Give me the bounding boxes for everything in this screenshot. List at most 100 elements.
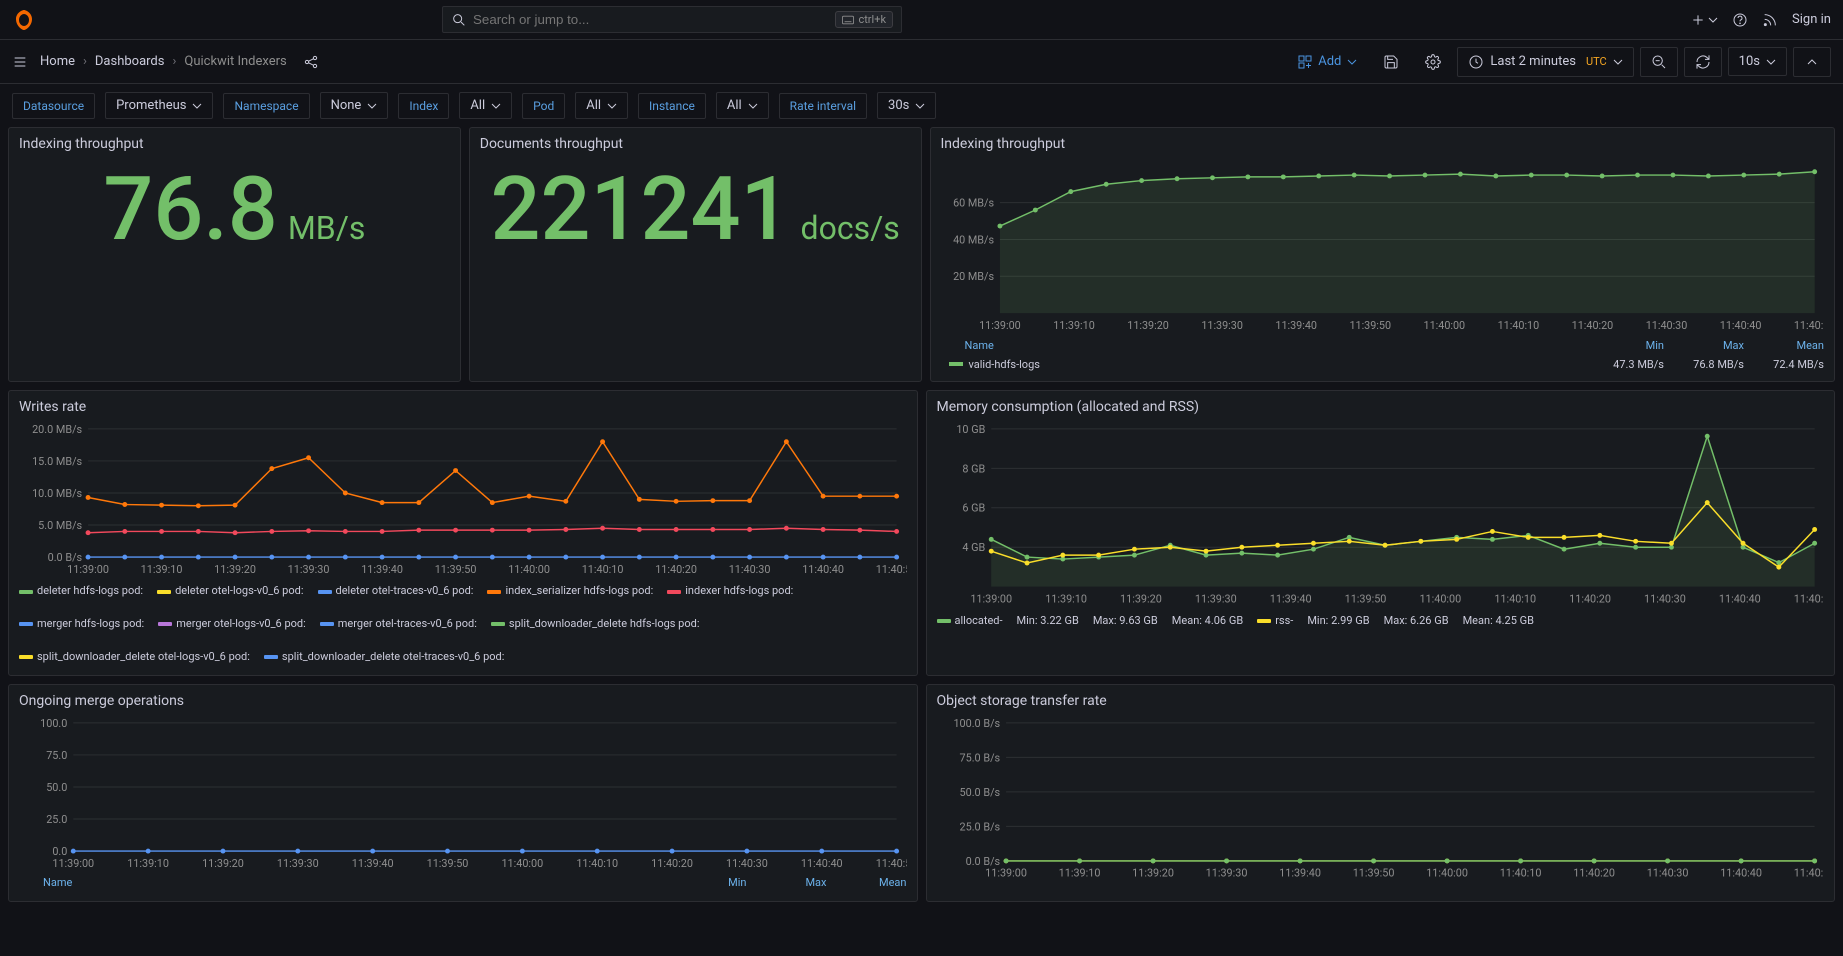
svg-text:10 GB: 10 GB [956, 423, 985, 436]
svg-text:11:39:20: 11:39:20 [1127, 319, 1169, 332]
help-icon[interactable] [1732, 12, 1748, 28]
var-index-label: Index [398, 93, 449, 119]
svg-text:11:39:00: 11:39:00 [979, 319, 1021, 332]
stat-unit: docs/s [801, 209, 900, 247]
save-button[interactable] [1373, 48, 1409, 76]
breadcrumb: Home › Dashboards › Quickwit Indexers [40, 54, 319, 70]
legend-item[interactable]: split_downloader_delete otel-logs-v0_6 p… [19, 648, 250, 667]
panel-title: Object storage transfer rate [937, 693, 1825, 709]
svg-text:100.0 B/s: 100.0 B/s [953, 716, 1000, 729]
svg-text:11:39:30: 11:39:30 [1205, 866, 1247, 879]
search-box[interactable]: ctrl+k [442, 6, 902, 33]
svg-text:11:39:00: 11:39:00 [52, 856, 94, 869]
var-datasource[interactable]: Prometheus [105, 92, 213, 119]
svg-text:11:39:10: 11:39:10 [141, 563, 183, 576]
svg-text:11:39:00: 11:39:00 [970, 592, 1012, 605]
collapse-button[interactable] [1793, 47, 1831, 77]
svg-text:11:40:40: 11:40:40 [1718, 592, 1760, 605]
svg-text:11:40:30: 11:40:30 [1645, 319, 1687, 332]
var-rate-label: Rate interval [779, 93, 867, 119]
chevron-down-icon [1347, 57, 1357, 67]
legend-item[interactable]: merger hdfs-logs pod: [19, 615, 144, 634]
svg-text:11:39:40: 11:39:40 [1275, 319, 1317, 332]
legend-item[interactable]: indexer hdfs-logs pod: [667, 582, 793, 601]
legend-item[interactable]: merger otel-traces-v0_6 pod: [320, 615, 477, 634]
crumb-home[interactable]: Home [40, 54, 75, 69]
svg-text:8 GB: 8 GB [962, 462, 985, 475]
legend-header: Name Min Max Mean [19, 872, 907, 893]
panel-title: Indexing throughput [941, 136, 1825, 152]
var-index[interactable]: All [459, 92, 512, 119]
chevron-down-icon [607, 101, 617, 111]
crumb-sep: › [172, 54, 176, 69]
svg-text:11:40:10: 11:40:10 [576, 856, 618, 869]
crumb-dash[interactable]: Dashboards [95, 54, 165, 69]
panel-ongoing-merge[interactable]: Ongoing merge operations 0.025.050.075.0… [8, 684, 918, 903]
panel-indexing-throughput-stat[interactable]: Indexing throughput 76.8 MB/s [8, 127, 461, 382]
legend-item[interactable]: index_serializer hdfs-logs pod: [487, 582, 653, 601]
panel-memory-consumption[interactable]: Memory consumption (allocated and RSS) 4… [926, 390, 1836, 676]
var-rate[interactable]: 30s [877, 92, 936, 119]
var-datasource-label: Datasource [12, 93, 95, 119]
keyboard-icon [842, 15, 854, 25]
svg-text:11:40:50: 11:40:50 [1793, 319, 1824, 332]
var-namespace[interactable]: None [320, 92, 389, 119]
svg-text:11:39:50: 11:39:50 [1352, 866, 1394, 879]
menu-icon[interactable] [12, 54, 28, 70]
var-pod-label: Pod [522, 93, 565, 119]
chevron-down-icon [915, 101, 925, 111]
panel-writes-rate[interactable]: Writes rate 0.0 B/s5.0 MB/s10.0 MB/s15.0… [8, 390, 918, 676]
legend-item[interactable]: deleter otel-logs-v0_6 pod: [157, 582, 303, 601]
legend-row[interactable]: valid-hdfs-logs 47.3 MB/s 76.8 MB/s 72.4… [941, 356, 1825, 373]
legend-item[interactable]: split_downloader_delete hdfs-logs pod: [491, 615, 700, 634]
panel-title: Indexing throughput [19, 136, 450, 152]
panel-documents-throughput-stat[interactable]: Documents throughput 221241 docs/s [469, 127, 922, 382]
refresh-interval[interactable]: 10s [1728, 47, 1787, 76]
navbar: Home › Dashboards › Quickwit Indexers Ad… [0, 40, 1843, 84]
svg-text:11:39:20: 11:39:20 [1132, 866, 1174, 879]
var-instance[interactable]: All [716, 92, 769, 119]
chevron-down-icon [192, 101, 202, 111]
chevron-down-icon [748, 101, 758, 111]
grafana-logo [12, 8, 36, 32]
panel-title: Documents throughput [480, 136, 911, 152]
crumb-sep: › [83, 54, 87, 69]
svg-text:11:40:10: 11:40:10 [1497, 319, 1539, 332]
svg-text:11:39:20: 11:39:20 [214, 563, 256, 576]
legend-item[interactable]: deleter hdfs-logs pod: [19, 582, 143, 601]
zoom-out-button[interactable] [1640, 47, 1678, 77]
search-input[interactable] [473, 12, 835, 27]
share-icon[interactable] [303, 54, 319, 70]
signin-link[interactable]: Sign in [1792, 12, 1831, 27]
panel-object-storage[interactable]: Object storage transfer rate 0.0 B/s25.0… [926, 684, 1836, 903]
svg-text:75.0: 75.0 [46, 748, 67, 761]
legend-item[interactable]: deleter otel-traces-v0_6 pod: [318, 582, 474, 601]
svg-text:11:39:10: 11:39:10 [1045, 592, 1087, 605]
svg-text:15.0 MB/s: 15.0 MB/s [32, 455, 82, 468]
chevron-down-icon [367, 101, 377, 111]
add-button[interactable]: Add [1288, 48, 1367, 75]
timerange-picker[interactable]: Last 2 minutes UTC [1457, 47, 1633, 77]
refresh-button[interactable] [1684, 47, 1722, 77]
legend-item[interactable]: merger otel-logs-v0_6 pod: [158, 615, 306, 634]
svg-text:11:39:30: 11:39:30 [1201, 319, 1243, 332]
chevron-down-icon [1766, 57, 1776, 67]
svg-text:20 MB/s: 20 MB/s [953, 270, 994, 283]
svg-text:11:40:00: 11:40:00 [1423, 319, 1465, 332]
svg-text:20.0 MB/s: 20.0 MB/s [32, 423, 82, 436]
svg-text:6 GB: 6 GB [962, 501, 985, 514]
svg-text:11:39:20: 11:39:20 [1120, 592, 1162, 605]
svg-text:11:40:30: 11:40:30 [729, 563, 771, 576]
panel-indexing-throughput-chart[interactable]: Indexing throughput 20 MB/s40 MB/s60 MB/… [930, 127, 1836, 382]
settings-button[interactable] [1415, 48, 1451, 76]
svg-text:11:39:10: 11:39:10 [127, 856, 169, 869]
legend-item[interactable]: split_downloader_delete otel-traces-v0_6… [264, 648, 504, 667]
plus-menu[interactable] [1690, 12, 1718, 28]
svg-text:11:39:40: 11:39:40 [352, 856, 394, 869]
topbar: ctrl+k Sign in [0, 0, 1843, 40]
rss-icon[interactable] [1762, 12, 1778, 28]
chevron-up-icon [1804, 54, 1820, 70]
chart: 4 GB6 GB8 GB10 GB11:39:0011:39:1011:39:2… [937, 421, 1825, 608]
svg-text:11:40:10: 11:40:10 [1494, 592, 1536, 605]
var-pod[interactable]: All [575, 92, 628, 119]
